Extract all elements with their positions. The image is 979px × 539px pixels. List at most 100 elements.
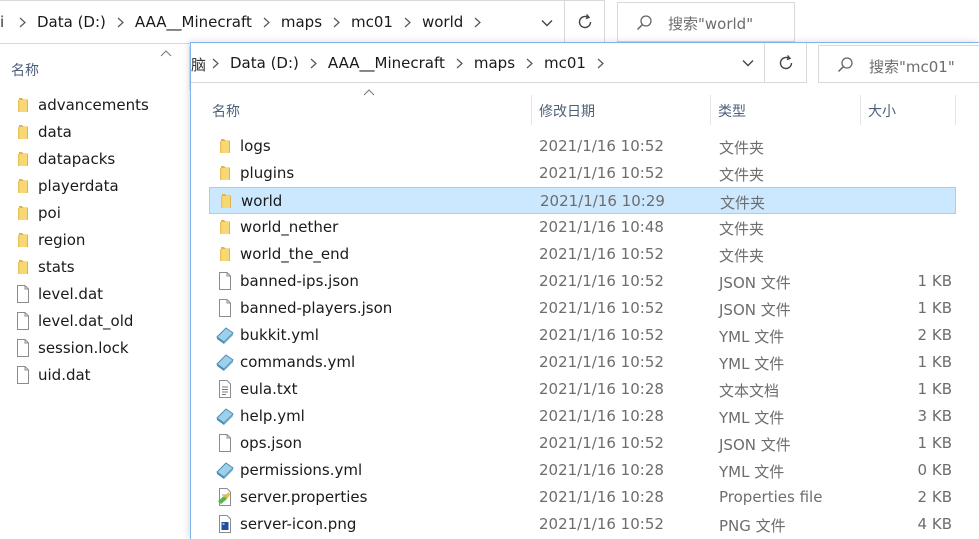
sort-ascending-icon [160,50,172,57]
yml-file-icon [215,325,235,345]
refresh-icon [576,13,594,31]
chevron-right-icon [526,58,533,69]
chevron-right-icon [212,58,219,69]
chevron-right-icon [310,58,317,69]
file-name: logs [240,137,271,155]
table-row[interactable]: bukkit.yml 2021/1/16 10:52 YML 文件 2 KB [209,322,956,349]
file-modified-date: 2021/1/16 10:28 [539,380,664,398]
file-name: eula.txt [240,380,298,398]
item-name: level.dat [38,285,104,303]
item-name: level.dat_old [38,312,134,330]
list-item[interactable]: level.dat [0,281,190,308]
file-modified-date: 2021/1/16 10:52 [539,326,664,344]
folder-icon [13,149,33,169]
refresh-button[interactable] [565,0,605,44]
file-size: 0 KB [917,461,952,479]
list-item[interactable]: datapacks [0,146,190,173]
list-item[interactable]: advancements [0,92,190,119]
table-row[interactable]: commands.yml 2021/1/16 10:52 YML 文件 1 KB [209,349,956,376]
breadcrumb-item[interactable]: AAA__Minecraft [135,13,252,31]
column-header-date[interactable]: 修改日期 [539,93,595,125]
file-modified-date: 2021/1/16 10:52 [539,245,664,263]
table-row[interactable]: server-icon.png 2021/1/16 10:52 PNG 文件 4 KB [209,511,956,538]
list-item[interactable]: uid.dat [0,362,190,389]
list-item[interactable]: poi [0,200,190,227]
breadcrumb-item[interactable]: maps [281,13,322,31]
folder-icon [13,95,33,115]
table-row[interactable]: help.yml 2021/1/16 10:28 YML 文件 3 KB [209,403,956,430]
column-divider[interactable] [710,95,711,125]
file-icon [13,338,33,358]
address-dropdown-button[interactable] [528,1,564,45]
column-divider[interactable] [955,95,956,125]
file-name: world [241,192,283,210]
file-type: Properties file [719,488,823,506]
json-file-icon [215,271,235,291]
column-header-name[interactable]: 名称 [212,93,240,125]
table-row[interactable]: plugins 2021/1/16 10:52 文件夹 [209,160,956,187]
column-headers: 名称 修改日期 类型 大小 [191,89,979,125]
list-item[interactable]: session.lock [0,335,190,362]
item-name: advancements [38,96,149,114]
chevron-right-icon [333,17,340,28]
file-modified-date: 2021/1/16 10:52 [539,299,664,317]
file-name: ops.json [240,434,302,452]
breadcrumb-item[interactable]: mc01 [544,54,586,72]
breadcrumb-item[interactable]: maps [474,54,515,72]
file-type: 文本文档 [719,382,780,400]
list-item[interactable]: region [0,227,190,254]
breadcrumb-item[interactable]: mc01 [351,13,393,31]
file-type: 文件夹 [719,247,765,265]
file-type: 文件夹 [719,139,765,157]
folder-icon [215,217,235,237]
file-type: JSON 文件 [719,274,791,292]
search-box[interactable]: 搜索"mc01" [818,45,979,83]
table-row[interactable]: permissions.yml 2021/1/16 10:28 YML 文件 0 KB [209,457,956,484]
table-row[interactable]: banned-ips.json 2021/1/16 10:52 JSON 文件 1 K… [209,268,956,295]
table-row[interactable]: banned-players.json 2021/1/16 10:52 JSON 文… [209,295,956,322]
table-row[interactable]: world_the_end 2021/1/16 10:52 文件夹 [209,241,956,268]
file-type: JSON 文件 [719,436,791,454]
list-item[interactable]: stats [0,254,190,281]
file-modified-date: 2021/1/16 10:52 [539,434,664,452]
table-row[interactable]: eula.txt 2021/1/16 10:28 文本文档 1 KB [209,376,956,403]
column-divider[interactable] [531,95,532,125]
breadcrumb-item[interactable]: AAA__Minecraft [328,54,445,72]
column-header-name[interactable]: 名称 [0,46,190,90]
search-icon [837,56,855,74]
chevron-right-icon [19,17,26,28]
column-header-type[interactable]: 类型 [718,93,746,125]
front-address-bar[interactable]: 脑 Data (D:) AAA__Minecraft maps mc01 [191,43,765,83]
folder-icon [13,122,33,142]
yml-file-icon [215,460,235,480]
search-box[interactable]: 搜索"world" [617,2,795,42]
file-modified-date: 2021/1/16 10:52 [539,272,664,290]
file-name: plugins [240,164,295,182]
column-header-size[interactable]: 大小 [868,93,896,125]
column-divider[interactable] [860,95,861,125]
file-modified-date: 2021/1/16 10:28 [539,461,664,479]
item-name: playerdata [38,177,119,195]
folder-icon [13,257,33,277]
address-pc-fragment: i [0,13,5,31]
file-size: 2 KB [917,488,952,506]
file-modified-date: 2021/1/16 10:28 [539,407,664,425]
chevron-down-icon [541,19,553,27]
table-row[interactable]: ops.json 2021/1/16 10:52 JSON 文件 1 KB [209,430,956,457]
list-item[interactable]: playerdata [0,173,190,200]
refresh-button[interactable] [765,43,807,83]
table-row[interactable]: world 2021/1/16 10:29 文件夹 [209,187,956,214]
yml-file-icon [215,352,235,372]
column-header-label: 名称 [11,63,39,79]
list-item[interactable]: data [0,119,190,146]
search-icon [636,14,654,32]
table-row[interactable]: server.properties 2021/1/16 10:28 Properti… [209,484,956,511]
table-row[interactable]: world_nether 2021/1/16 10:48 文件夹 [209,214,956,241]
back-address-bar[interactable]: i Data (D:) AAA__Minecraft maps mc01 world [0,0,565,44]
breadcrumb-item[interactable]: Data (D:) [230,54,299,72]
breadcrumb-item[interactable]: world [422,13,463,31]
address-dropdown-button[interactable] [731,43,765,83]
breadcrumb-item[interactable]: Data (D:) [37,13,106,31]
table-row[interactable]: logs 2021/1/16 10:52 文件夹 [209,133,956,160]
list-item[interactable]: level.dat_old [0,308,190,335]
